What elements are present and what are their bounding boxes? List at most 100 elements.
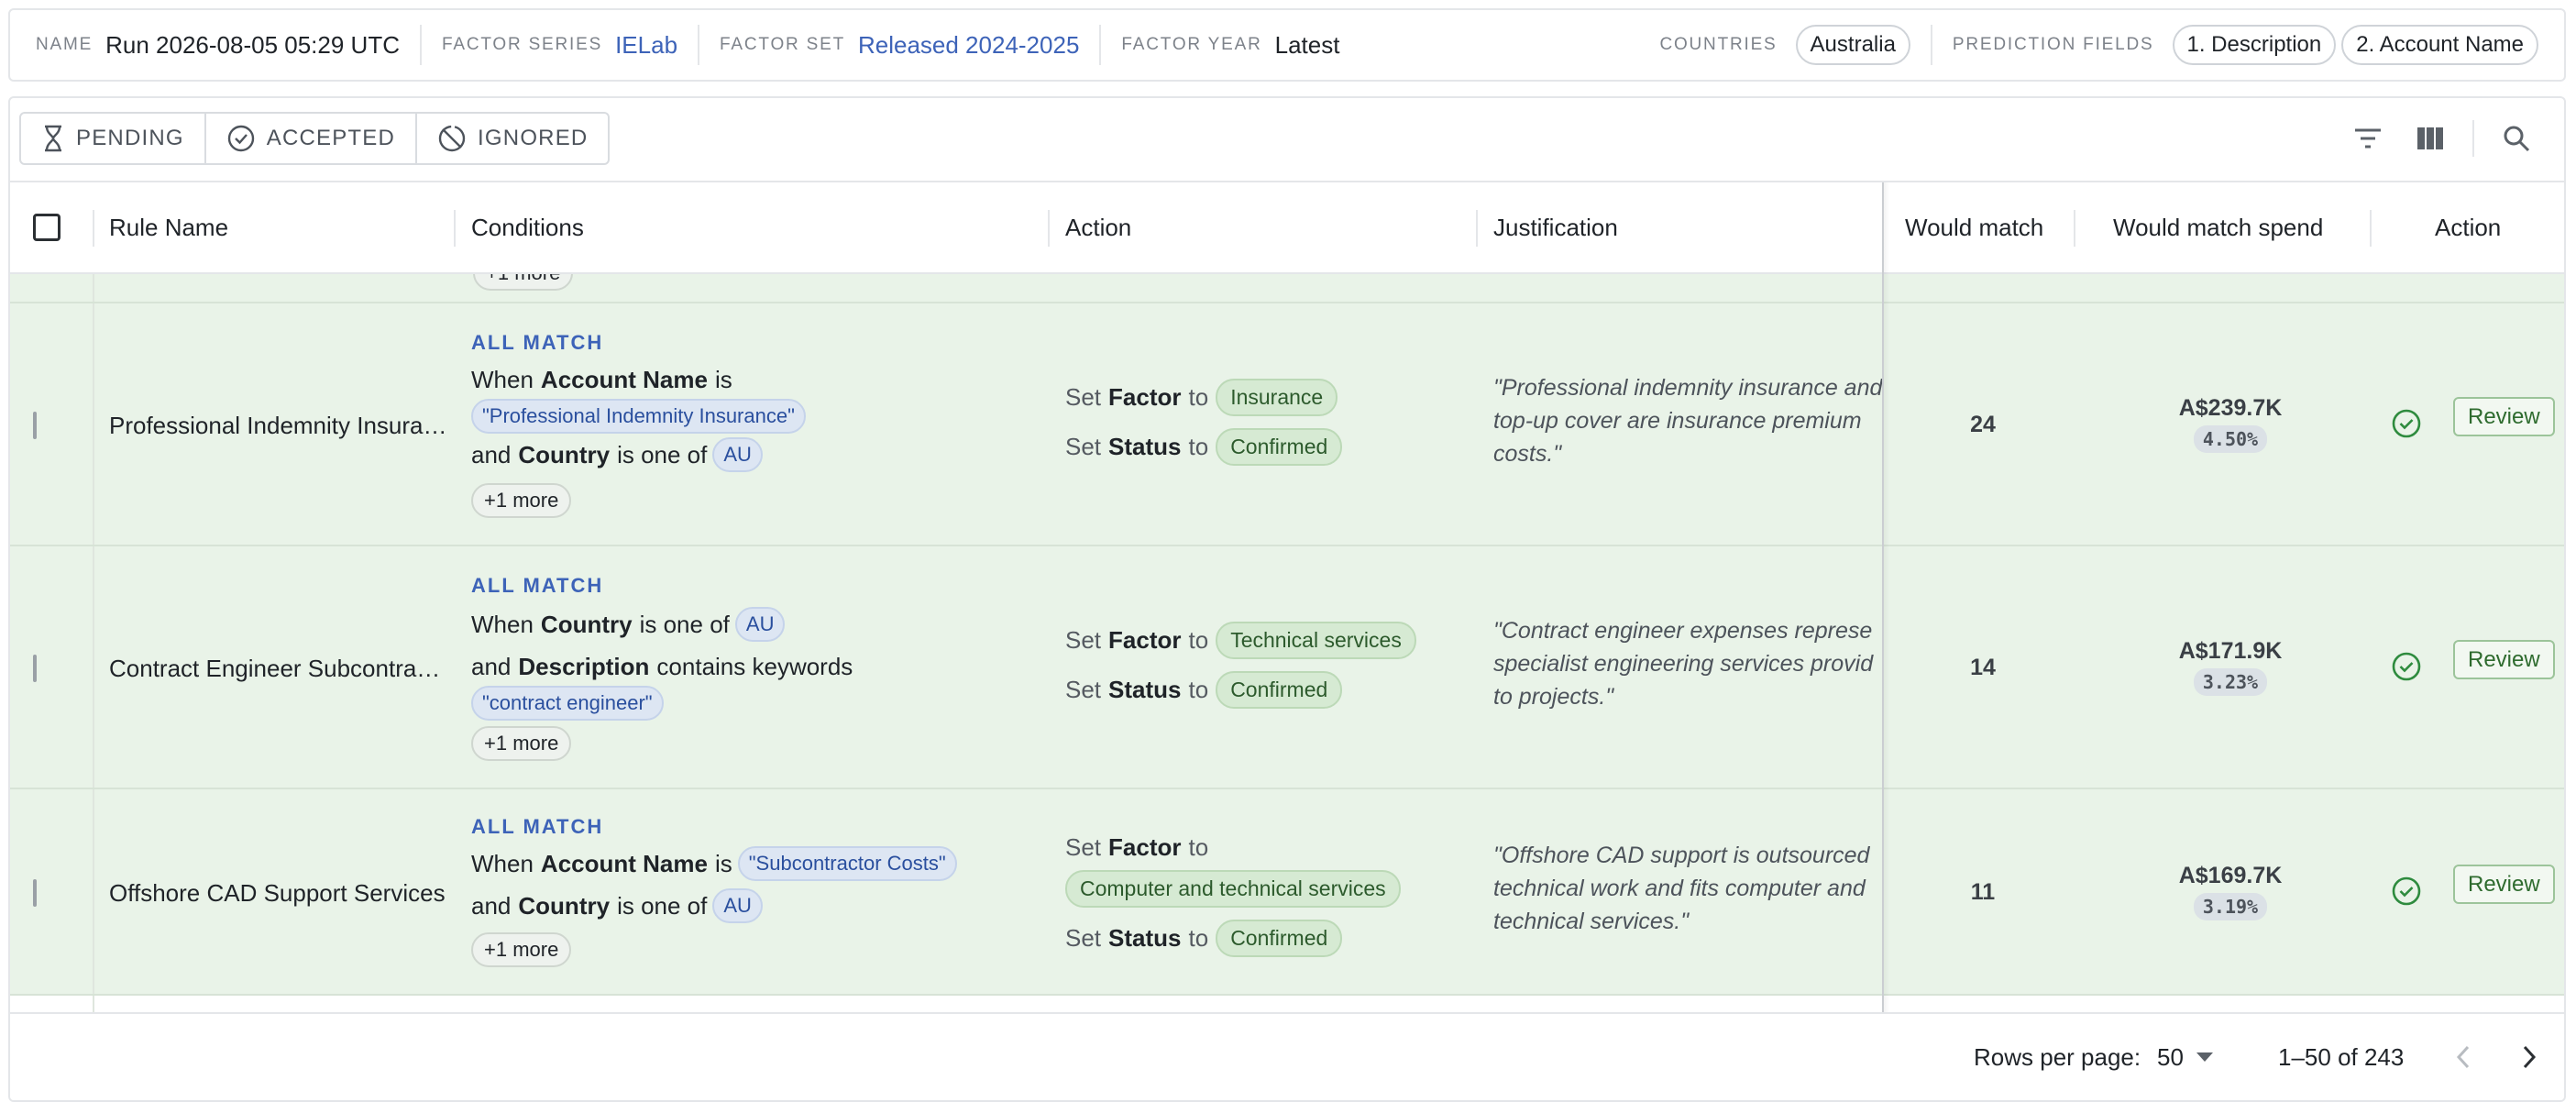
- block-icon: [438, 125, 466, 152]
- justification: "Offshore CAD support is outsourced tech…: [1493, 839, 1882, 938]
- prediction-fields-label: PREDICTION FIELDS: [1952, 35, 2154, 54]
- cond-pre: When: [471, 849, 534, 877]
- condition-value-chip: AU: [734, 607, 786, 642]
- tab-pending[interactable]: PENDING: [21, 114, 206, 163]
- would-match-count: 24: [1970, 412, 1996, 437]
- more-chip[interactable]: +1 more: [471, 726, 572, 761]
- cond-op: is one of: [617, 891, 708, 920]
- spend-percent-badge: 4.50%: [2193, 425, 2268, 453]
- sticky-columns: 24 A$239.7K 4.50% Review 14 A$171.9K 3.2…: [1882, 274, 2564, 996]
- check-circle-icon: [227, 125, 254, 152]
- factor-year-value: Latest: [1274, 30, 1340, 59]
- cond-field: Country: [540, 610, 633, 638]
- action-field: Factor: [1108, 626, 1182, 654]
- cond-field: Account Name: [540, 849, 708, 877]
- justification-line: costs.": [1493, 441, 1562, 467]
- header-would-match[interactable]: Would match: [1905, 182, 2043, 272]
- set-word: Set: [1065, 924, 1102, 952]
- next-page-button[interactable]: [2522, 1014, 2537, 1100]
- tab-ignored-label: IGNORED: [478, 126, 589, 150]
- justification-line: top-up cover are insurance premium: [1493, 408, 1862, 434]
- match-type-label: ALL MATCH: [471, 815, 604, 838]
- header-action-right[interactable]: Action: [2435, 182, 2501, 272]
- factor-series-label: FACTOR SERIES: [441, 35, 603, 54]
- cond-op: is: [714, 849, 732, 877]
- status-tabs: PENDING ACCEPTED IGNORED: [19, 112, 611, 165]
- prediction-field-chip: 2. Account Name: [2341, 25, 2538, 65]
- prev-page-button[interactable]: [2456, 1014, 2471, 1100]
- justification-line: technical work and fits computer and: [1493, 876, 1866, 901]
- header-would-match-spend[interactable]: Would match spend: [2113, 182, 2323, 272]
- status-chip: Confirmed: [1216, 428, 1343, 466]
- justification: "Contract engineer expenses represe spec…: [1493, 614, 1882, 713]
- filter-icon[interactable]: [2348, 118, 2388, 159]
- action-status: Set Status to Confirmed: [1065, 920, 1343, 957]
- justification: "Professional indemnity insurance and to…: [1493, 371, 1882, 470]
- header-justification[interactable]: Justification: [1493, 182, 1618, 272]
- check-circle-icon: [2392, 409, 2421, 438]
- rules-table-card: PENDING ACCEPTED IGNORED Rule Name Condi…: [8, 96, 2566, 1102]
- spend-amount: A$239.7K: [2178, 395, 2283, 421]
- action-field: Factor: [1108, 833, 1182, 861]
- factor-year-label: FACTOR YEAR: [1121, 35, 1262, 54]
- spend-percent-badge: 3.19%: [2193, 893, 2268, 920]
- search-icon[interactable]: [2496, 118, 2537, 159]
- check-circle-icon: [2392, 876, 2421, 906]
- header-conditions[interactable]: Conditions: [471, 182, 584, 272]
- action-field: Status: [1108, 433, 1182, 460]
- would-match-spend: A$171.9K 3.23%: [2093, 638, 2368, 696]
- condition-line: When Country is one of AU: [471, 607, 786, 642]
- rows-per-page-select[interactable]: 50: [2157, 1014, 2213, 1100]
- divider: [419, 25, 422, 65]
- more-chip[interactable]: +1 more: [471, 483, 572, 518]
- cond-op: is one of: [639, 610, 730, 638]
- review-button[interactable]: Review: [2453, 865, 2555, 904]
- cond-field: Country: [518, 891, 611, 920]
- more-chip[interactable]: +1 more: [473, 274, 574, 291]
- condition-value-chip: AU: [712, 888, 763, 923]
- row-checkbox[interactable]: [33, 412, 37, 439]
- action-factor: Set Factor to Technical services: [1065, 622, 1416, 659]
- tab-pending-label: PENDING: [76, 126, 184, 150]
- factor-series-link[interactable]: IELab: [615, 31, 677, 60]
- cond-pre: When: [471, 366, 534, 393]
- table-toolbar: PENDING ACCEPTED IGNORED: [10, 98, 2564, 182]
- rule-name[interactable]: Contract Engineer Subcontra…: [109, 655, 440, 683]
- cond-pre: and: [471, 440, 512, 468]
- cond-op: is: [714, 366, 732, 393]
- action-status: Set Status to Confirmed: [1065, 671, 1343, 709]
- prediction-fields: PREDICTION FIELDS 1. Description 2. Acco…: [1953, 10, 2538, 80]
- factor-set-link[interactable]: Released 2024-2025: [858, 31, 1079, 60]
- rule-name[interactable]: Offshore CAD Support Services: [109, 879, 446, 908]
- divider: [698, 25, 700, 65]
- rule-name[interactable]: Professional Indemnity Insura…: [109, 412, 447, 440]
- justification-line: technical services.": [1493, 909, 1690, 934]
- factor-set-label: FACTOR SET: [720, 35, 845, 54]
- sticky-row: 11 A$169.7K 3.19% Review: [1882, 789, 2564, 996]
- row-checkbox[interactable]: [33, 655, 37, 682]
- tab-accepted[interactable]: ACCEPTED: [206, 114, 418, 163]
- condition-line: and Country is one of AU: [471, 437, 763, 472]
- more-chip[interactable]: +1 more: [471, 932, 572, 967]
- factor-chip: Insurance: [1216, 379, 1338, 416]
- divider: [2472, 120, 2474, 157]
- tab-ignored[interactable]: IGNORED: [417, 114, 608, 163]
- run-name: NAME Run 2026-08-05 05:29 UTC: [36, 10, 400, 80]
- header-action[interactable]: Action: [1065, 182, 1131, 272]
- name-value: Run 2026-08-05 05:29 UTC: [105, 30, 400, 59]
- columns-icon[interactable]: [2410, 118, 2450, 159]
- condition-line: When Account Name is: [471, 366, 732, 394]
- rows-per-page-label: Rows per page:: [1974, 1042, 2141, 1071]
- row-checkbox[interactable]: [33, 879, 37, 907]
- header-rule-name[interactable]: Rule Name: [109, 182, 228, 272]
- table-row: [10, 996, 2564, 1014]
- chevron-left-icon: [2456, 1045, 2470, 1069]
- condition-value-chip: "Subcontractor Costs": [737, 846, 957, 881]
- select-all-checkbox[interactable]: [33, 214, 61, 241]
- to-word: to: [1188, 383, 1209, 411]
- rows-per-page-value: 50: [2157, 1042, 2184, 1071]
- review-button[interactable]: Review: [2453, 397, 2555, 436]
- review-button[interactable]: Review: [2453, 640, 2555, 679]
- table-body[interactable]: +1 more Professional Indemnity Insura… A…: [10, 274, 2564, 1014]
- status-chip: Confirmed: [1216, 671, 1343, 709]
